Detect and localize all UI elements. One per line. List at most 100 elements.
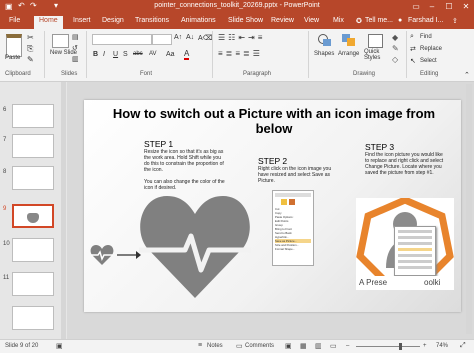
paste-button[interactable]: Paste [5, 55, 20, 61]
replace-button[interactable]: Replace [420, 46, 442, 52]
tab-insert[interactable]: Insert [73, 17, 91, 24]
shapes-button[interactable]: Shapes [314, 51, 334, 57]
zoom-out-button[interactable]: – [346, 343, 349, 349]
window-title: pointer_connections_toolkit_20269.pptx -… [154, 2, 320, 9]
cut-icon[interactable]: ✂ [27, 33, 34, 42]
slide-thumbnail[interactable] [12, 306, 54, 330]
select-icon[interactable]: ↖ [410, 57, 416, 65]
notes-button[interactable]: Notes [207, 343, 223, 349]
slide-canvas[interactable]: How to switch out a Picture with an icon… [84, 100, 461, 312]
collapse-ribbon-icon[interactable]: ⌃ [464, 71, 470, 79]
tab-home[interactable]: Home [34, 16, 63, 29]
slide-thumbnail[interactable] [12, 272, 54, 296]
zoom-in-button[interactable]: + [423, 343, 427, 349]
underline-button[interactable]: U [113, 51, 118, 58]
tab-view[interactable]: View [304, 17, 319, 24]
tab-file[interactable]: File [9, 17, 20, 24]
change-case-button[interactable]: Aa [166, 51, 175, 58]
slide-thumbnail[interactable] [12, 166, 54, 190]
shapes-icon[interactable] [318, 34, 332, 46]
panel-scrollbar[interactable] [61, 82, 66, 339]
tab-review[interactable]: Review [271, 17, 294, 24]
copy-icon[interactable]: ⎘ [27, 44, 33, 54]
normal-view-icon[interactable]: ▣ [285, 342, 292, 350]
quick-styles-button[interactable]: Quick Styles [364, 49, 386, 61]
select-button[interactable]: Select [420, 58, 437, 64]
large-heart-icon[interactable] [139, 192, 251, 300]
slide-number: 9 [3, 206, 7, 212]
notes-icon[interactable]: ≡ [198, 342, 202, 349]
separator [308, 31, 309, 78]
zoom-level[interactable]: 74% [436, 343, 448, 349]
menu-item: Format Shape... [275, 247, 296, 251]
context-menu-popup [394, 226, 436, 276]
list-icons[interactable]: ☰☷⇤⇥≡ [218, 33, 265, 42]
ribbon-options-icon[interactable]: ▭ [408, 0, 424, 14]
format-painter-icon[interactable]: ✎ [27, 55, 34, 64]
spellcheck-icon[interactable]: ▣ [56, 342, 63, 350]
tab-design[interactable]: Design [102, 17, 124, 24]
comments-icon[interactable]: ▭ [236, 342, 243, 350]
vertical-scrollbar[interactable] [466, 84, 472, 334]
step2-text: Right click on the icon image you have r… [258, 166, 332, 184]
slide-thumbnail[interactable] [12, 238, 54, 262]
paste-icon[interactable] [6, 34, 22, 57]
find-icon[interactable]: ⌕ [410, 33, 414, 41]
spacing-button[interactable]: AV [149, 51, 157, 57]
strikethrough-button[interactable]: abc [133, 51, 143, 57]
tab-animations[interactable]: Animations [181, 17, 216, 24]
maximize-button[interactable]: ☐ [441, 0, 457, 14]
italic-button[interactable]: I [103, 51, 105, 58]
share-icon[interactable]: ⇪ [452, 17, 458, 25]
slide-sorter-icon[interactable]: ▦ [300, 342, 307, 350]
replace-icon[interactable]: ⇄ [410, 45, 416, 53]
layout-icon[interactable]: ▤ [72, 33, 79, 41]
separator [86, 31, 87, 78]
font-name-dropdown[interactable] [92, 34, 152, 45]
tab-mix[interactable]: Mix [333, 17, 344, 24]
clear-format-icon[interactable]: A⌫ [198, 34, 213, 42]
bold-button[interactable]: B [93, 51, 98, 58]
comments-button[interactable]: Comments [245, 343, 274, 349]
grow-font-icon[interactable]: A↑ [174, 34, 182, 41]
slide-number: 7 [3, 137, 7, 143]
zoom-slider[interactable] [356, 346, 420, 347]
caption-right: oolki [424, 278, 441, 287]
slideshow-view-icon[interactable]: ▭ [330, 342, 337, 350]
font-color-button[interactable]: A [184, 50, 190, 60]
lightbulb-icon: ✪ [356, 18, 362, 25]
slide-title[interactable]: How to switch out a Picture with an icon… [104, 106, 444, 136]
tab-slide-show[interactable]: Slide Show [228, 17, 263, 24]
step3-text: Find the icon picture you would like to … [365, 152, 444, 176]
shadow-button[interactable]: S [123, 51, 128, 58]
tab-transitions[interactable]: Transitions [135, 17, 169, 24]
slide-number: 6 [3, 107, 7, 113]
slide-thumbnail[interactable] [12, 134, 54, 158]
find-button[interactable]: Find [420, 34, 432, 40]
slide-thumbnail-selected[interactable] [12, 204, 54, 228]
arrange-icon[interactable] [342, 34, 356, 46]
fit-to-window-icon[interactable]: ⤢ [460, 342, 466, 350]
align-icons[interactable]: ≡≣≡≣☰ [218, 49, 263, 58]
slide-thumbnail[interactable] [12, 104, 54, 128]
slides-label: Slides [61, 71, 78, 77]
section-icon[interactable]: ▥ [72, 55, 79, 63]
slide-thumbnail-panel: 6 7 8 9 10 11 [0, 82, 60, 339]
font-size-dropdown[interactable] [152, 34, 172, 45]
quick-styles-icon[interactable] [368, 34, 383, 48]
reading-view-icon[interactable]: ▥ [315, 342, 322, 350]
fill-icon[interactable]: ◆ [392, 33, 398, 42]
effects-icon[interactable]: ◇ [392, 55, 398, 64]
shrink-font-icon[interactable]: A↓ [186, 34, 194, 41]
zoom-slider-thumb[interactable] [399, 343, 402, 350]
step3-heading: STEP 3 [365, 142, 395, 152]
reset-icon[interactable]: ↺ [72, 44, 78, 52]
user-name[interactable]: Farshad I... [408, 17, 443, 24]
small-heart-icon[interactable] [90, 244, 114, 266]
tell-me-box[interactable]: Tell me... [365, 17, 393, 24]
close-button[interactable]: ✕ [458, 0, 474, 14]
outline-icon[interactable]: ✎ [392, 44, 399, 53]
new-slide-icon[interactable] [52, 34, 69, 48]
minimize-button[interactable]: – [424, 0, 440, 14]
arrange-button[interactable]: Arrange [338, 51, 359, 57]
